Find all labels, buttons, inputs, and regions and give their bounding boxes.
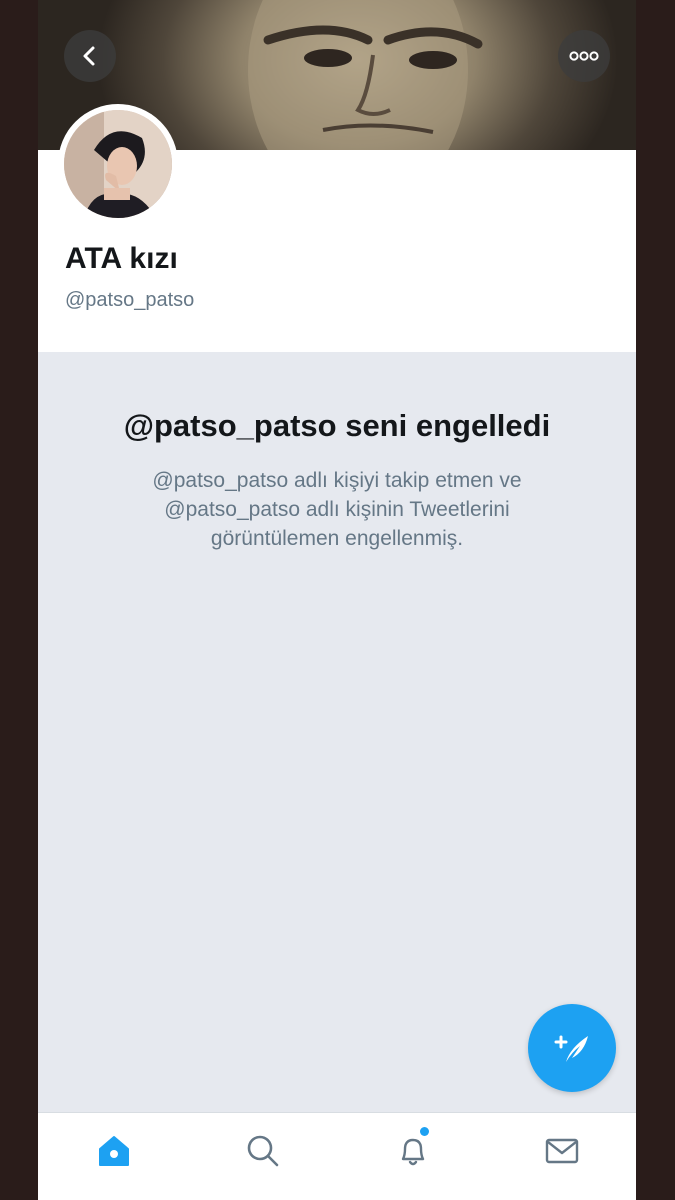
compose-tweet-icon: [554, 1035, 588, 1062]
profile-screen: ATA kızı @patso_patso @patso_patso seni …: [38, 0, 636, 1200]
tab-messages[interactable]: [540, 1129, 584, 1173]
mail-icon: [545, 1138, 579, 1164]
avatar-photo: [64, 110, 172, 218]
back-button[interactable]: [64, 30, 116, 82]
tab-notifications[interactable]: [391, 1129, 435, 1173]
bottom-tab-bar: [38, 1112, 636, 1200]
blocked-description: @patso_patso adlı kişiyi takip etmen ve …: [152, 469, 522, 550]
more-options-button[interactable]: [558, 30, 610, 82]
search-icon: [247, 1135, 279, 1167]
blocked-title: @patso_patso seni engelledi: [123, 408, 551, 443]
chevron-left-icon: [83, 46, 95, 66]
tab-home[interactable]: [92, 1129, 136, 1173]
home-icon: [99, 1136, 129, 1166]
notification-badge: [420, 1127, 429, 1136]
compose-tweet-button[interactable]: [528, 1004, 616, 1092]
display-name: ATA kızı: [65, 242, 178, 275]
more-icon: [569, 51, 599, 61]
bell-icon: [401, 1138, 425, 1166]
tab-search[interactable]: [241, 1129, 285, 1173]
user-handle: @patso_patso: [65, 289, 195, 311]
avatar[interactable]: [58, 104, 178, 224]
